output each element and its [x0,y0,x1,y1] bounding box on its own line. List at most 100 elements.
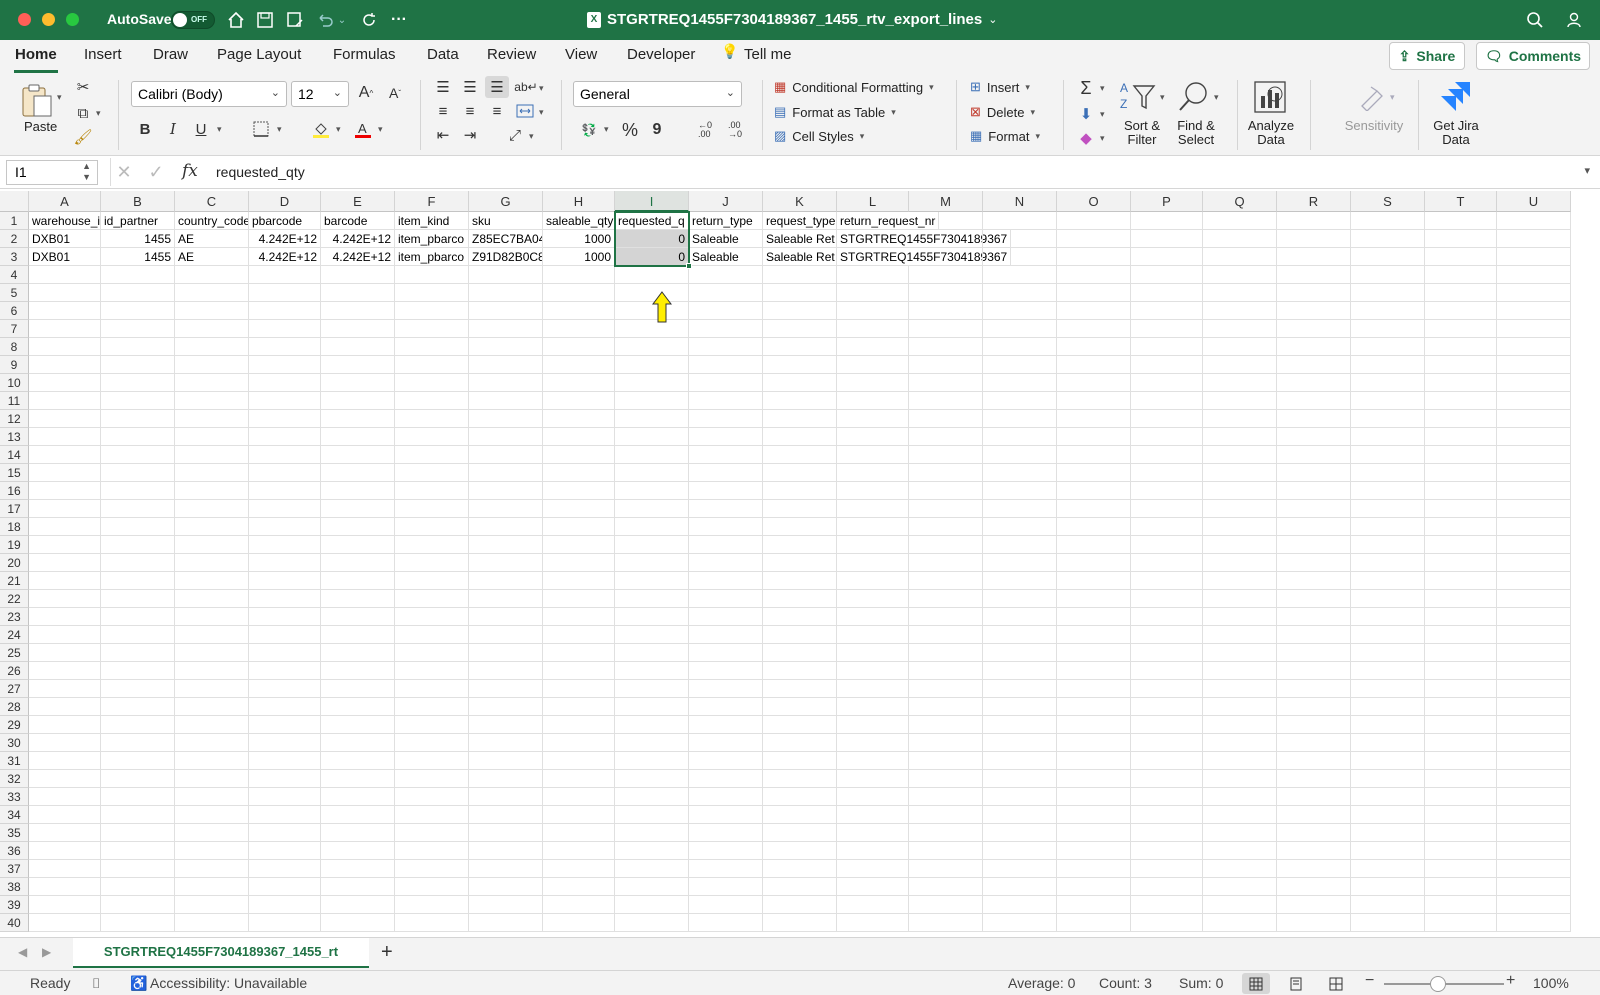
cell[interactable] [29,914,101,932]
cell[interactable] [1057,554,1131,572]
cell[interactable] [1131,410,1203,428]
cell[interactable] [689,554,763,572]
cell[interactable] [983,896,1057,914]
cell[interactable] [689,410,763,428]
cell[interactable] [909,770,983,788]
column-header[interactable]: P [1131,191,1203,212]
cell[interactable] [249,608,321,626]
cell[interactable] [1351,266,1425,284]
cell[interactable] [615,428,689,446]
cell[interactable] [615,716,689,734]
cell[interactable] [1277,446,1351,464]
cell[interactable] [615,626,689,644]
cell[interactable] [615,878,689,896]
cell[interactable] [763,770,837,788]
cell[interactable] [249,626,321,644]
cell[interactable] [469,914,543,932]
orientation-icon[interactable]: ⤢ [504,126,526,144]
cell[interactable] [101,788,175,806]
cell[interactable] [249,410,321,428]
copy-dropdown-icon[interactable]: ▾ [96,108,101,119]
cell[interactable] [1351,248,1425,266]
cell-styles-button[interactable]: ▨ Cell Styles ▾ [774,128,864,144]
cell[interactable] [909,644,983,662]
cell[interactable] [469,536,543,554]
wrap-dropdown-icon[interactable]: ▾ [539,83,544,94]
cell[interactable] [321,482,395,500]
confirm-formula-icon[interactable]: ✓ [146,162,166,182]
cell[interactable] [1203,374,1277,392]
cell[interactable] [837,788,909,806]
cell[interactable] [763,320,837,338]
cell[interactable] [615,752,689,770]
cell[interactable] [249,482,321,500]
cell[interactable] [1425,878,1497,896]
cell[interactable] [1497,788,1571,806]
cell[interactable] [689,680,763,698]
cell[interactable] [1131,914,1203,932]
cell[interactable] [1277,248,1351,266]
cell[interactable] [1351,446,1425,464]
delete-cells-button[interactable]: ⊠ Delete ▾ [970,104,1035,120]
name-box-stepper-icon[interactable]: ▲ ▼ [82,161,91,183]
cell[interactable] [1497,608,1571,626]
cell[interactable] [909,680,983,698]
cell[interactable] [321,608,395,626]
cell[interactable] [249,338,321,356]
sheet-nav-left-icon[interactable]: ◀ [18,945,27,959]
cell[interactable] [1057,860,1131,878]
find-select-dropdown-icon[interactable]: ▾ [1214,92,1219,103]
cell[interactable] [1351,482,1425,500]
cell-value[interactable]: 1455 [101,230,175,248]
cell[interactable] [1277,860,1351,878]
cell[interactable] [1425,320,1497,338]
cell[interactable] [1277,698,1351,716]
cell[interactable] [101,716,175,734]
cell[interactable] [1351,590,1425,608]
cell[interactable] [1131,716,1203,734]
cell[interactable] [543,752,615,770]
zoom-slider-handle[interactable] [1430,976,1446,992]
cell[interactable] [175,536,249,554]
cell[interactable] [29,842,101,860]
column-header[interactable]: N [983,191,1057,212]
row-header[interactable]: 34 [0,806,29,824]
cell[interactable] [909,878,983,896]
cell[interactable] [543,572,615,590]
cell[interactable] [1057,770,1131,788]
cell[interactable] [615,572,689,590]
cell[interactable] [395,860,469,878]
cell[interactable] [1497,914,1571,932]
cell[interactable] [983,230,1057,248]
cell[interactable] [1425,914,1497,932]
cell[interactable] [249,842,321,860]
cell[interactable] [1057,446,1131,464]
cell[interactable] [1497,338,1571,356]
cell[interactable] [1277,482,1351,500]
cell[interactable] [101,518,175,536]
cell[interactable] [615,644,689,662]
cell[interactable] [763,266,837,284]
cell[interactable] [395,608,469,626]
cell[interactable] [1351,824,1425,842]
row-header[interactable]: 40 [0,914,29,932]
cell[interactable] [689,698,763,716]
row-header[interactable]: 2 [0,230,29,248]
align-center-icon[interactable]: ≡ [460,102,480,120]
cell[interactable] [909,806,983,824]
cell[interactable] [395,338,469,356]
cell[interactable] [1203,896,1277,914]
cell[interactable] [469,284,543,302]
cell[interactable] [1057,914,1131,932]
cell[interactable] [689,374,763,392]
find-select-icon[interactable] [1176,78,1212,116]
cell[interactable] [543,554,615,572]
cell[interactable] [763,662,837,680]
cell[interactable] [29,572,101,590]
cell[interactable] [615,338,689,356]
cell[interactable] [909,572,983,590]
cell[interactable] [615,518,689,536]
window-minimize-button[interactable] [42,13,55,26]
copy-icon[interactable]: ⧉ [72,104,94,122]
cell[interactable] [469,824,543,842]
